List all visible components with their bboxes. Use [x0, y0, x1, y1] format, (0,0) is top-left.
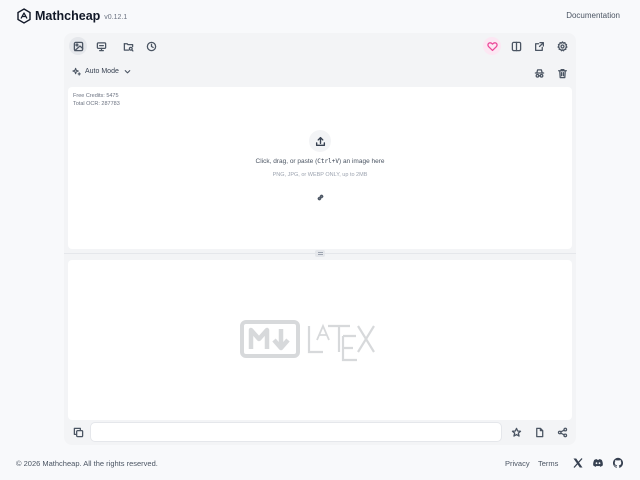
terms-link[interactable]: Terms — [538, 459, 558, 468]
incognito-button[interactable] — [530, 64, 548, 82]
mathcheap-logo-icon — [17, 8, 31, 24]
free-credits-label: Free Credits: 5475 — [73, 93, 119, 99]
incognito-icon — [534, 68, 544, 78]
settings-button[interactable] — [553, 37, 571, 55]
brand-name: Mathcheap — [35, 9, 101, 23]
privacy-link[interactable]: Privacy — [505, 459, 530, 468]
usage-stats: Free Credits: 5475 Total OCR: 287783 — [73, 92, 120, 108]
x-twitter-link[interactable] — [571, 456, 584, 469]
x-logo-icon — [573, 457, 582, 468]
upload-prompt: Click, drag, or paste (Ctrl+V) an image … — [255, 158, 385, 165]
history-tool-button[interactable] — [142, 37, 160, 55]
upload-hint: PNG, JPG, or WEBP ONLY, up to 2MB — [272, 172, 368, 178]
markdown-latex-watermark — [240, 320, 375, 362]
external-share-button[interactable] — [530, 37, 548, 55]
result-input[interactable] — [90, 422, 502, 442]
github-link[interactable] — [611, 456, 624, 469]
github-icon — [612, 457, 623, 468]
discord-link[interactable] — [591, 456, 604, 469]
header: Mathcheap v0.12.1 Documentation — [0, 0, 640, 32]
file-icon — [535, 427, 543, 437]
logo[interactable]: Mathcheap v0.12.1 — [16, 8, 127, 24]
upload-icon — [315, 136, 325, 146]
total-ocr-label: Total OCR: 287783 — [73, 101, 120, 107]
mode-label: Auto Mode — [85, 68, 119, 75]
folder-search-tool-button[interactable] — [119, 37, 137, 55]
chevron-down-icon — [124, 70, 131, 74]
folder-search-icon — [123, 42, 134, 52]
sparkles-icon — [72, 67, 81, 76]
paste-shortcut: Ctrl+V — [317, 158, 339, 165]
share-icon — [557, 427, 567, 437]
mode-selector[interactable]: Auto Mode — [72, 67, 132, 76]
upload-button[interactable] — [309, 130, 331, 152]
image-ocr-tool-button[interactable] — [69, 37, 87, 55]
link-icon — [317, 194, 323, 200]
clear-button[interactable] — [553, 64, 571, 82]
share-square-icon — [534, 41, 544, 51]
split-view-button[interactable] — [507, 37, 525, 55]
share-button[interactable] — [553, 423, 571, 441]
copy-icon — [73, 427, 83, 437]
favorite-button[interactable] — [483, 37, 501, 55]
latex-output-area[interactable] — [68, 260, 572, 420]
history-icon — [146, 41, 156, 51]
star-button[interactable] — [507, 423, 525, 441]
bottom-bar — [64, 420, 576, 445]
copy-button[interactable] — [69, 423, 87, 441]
paste-url-button[interactable] — [311, 188, 329, 206]
version-label: v0.12.1 — [104, 13, 128, 21]
heart-icon — [486, 41, 498, 51]
gear-icon — [556, 40, 568, 51]
export-file-button[interactable] — [530, 423, 548, 441]
copyright-text: © 2026 Mathcheap. All the rights reserve… — [16, 459, 158, 468]
split-view-icon — [511, 41, 521, 51]
star-icon — [511, 427, 521, 437]
presentation-icon — [96, 41, 106, 51]
image-scan-icon — [73, 41, 83, 51]
presentation-tool-button[interactable] — [92, 37, 110, 55]
discord-icon — [592, 458, 603, 467]
documentation-link[interactable]: Documentation — [566, 11, 620, 20]
trash-icon — [557, 68, 567, 78]
upload-dropzone[interactable]: Free Credits: 5475 Total OCR: 287783 Cli… — [68, 87, 572, 249]
resize-handle[interactable] — [315, 250, 325, 257]
